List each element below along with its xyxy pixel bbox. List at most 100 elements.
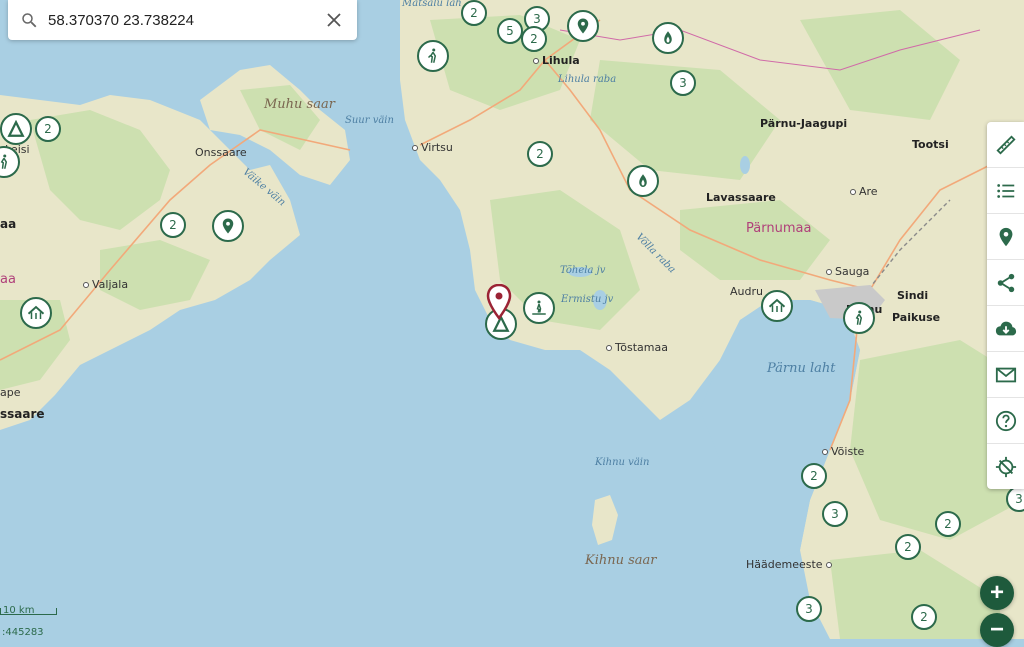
- label-voiste: Võiste: [822, 445, 864, 458]
- label-matsalu-lah: Matsalu lah: [402, 0, 462, 9]
- boardwalk-icon: [532, 300, 546, 315]
- label-haademeeste: Häädemeeste: [746, 558, 835, 571]
- cluster-marker[interactable]: 2: [801, 463, 827, 489]
- selected-location-pin[interactable]: [486, 284, 512, 320]
- locate-icon: [995, 456, 1016, 477]
- help-button[interactable]: [987, 398, 1024, 444]
- hiking-trail-marker[interactable]: [843, 302, 875, 334]
- label-audru: Audru: [730, 285, 763, 298]
- location-marker[interactable]: [567, 10, 599, 42]
- search-input[interactable]: [46, 10, 327, 30]
- shelter-marker[interactable]: [20, 297, 52, 329]
- town-dot: [825, 562, 832, 568]
- label-kihnu-vain: Kihnu väin: [595, 457, 650, 468]
- town-dot: [606, 345, 612, 351]
- label-lavassaare: Lavassaare: [706, 191, 776, 204]
- label-lihula-raba: Lihula raba: [558, 74, 617, 85]
- label-virtsu: Virtsu: [412, 141, 453, 154]
- campfire-marker[interactable]: [652, 22, 684, 54]
- scale-bar: 10 km: [0, 605, 57, 616]
- label-haademeeste-text: Häädemeeste: [746, 558, 823, 571]
- label-kihnu-saar: Kihnu saar: [585, 553, 657, 568]
- label-valjala: Valjala: [83, 278, 128, 291]
- label-lihula-text: Lihula: [542, 54, 580, 67]
- label-paikuse: Paikuse: [892, 311, 941, 324]
- shelter-marker[interactable]: [761, 290, 793, 322]
- mail-button[interactable]: [987, 352, 1024, 398]
- pin-icon: [222, 218, 234, 234]
- label-aa-left: aa: [0, 217, 17, 231]
- label-tootsi: Tootsi: [912, 138, 949, 151]
- scale-bar-label: 10 km: [3, 605, 35, 616]
- label-ermistu-jv: Ermistu jv: [561, 294, 614, 305]
- shelter-icon: [27, 305, 45, 319]
- hiker-icon: [855, 310, 863, 325]
- share-icon: [997, 273, 1014, 292]
- label-saare: ssaare: [0, 407, 45, 421]
- search-icon: [22, 13, 37, 28]
- town-dot: [826, 269, 832, 275]
- boardwalk-marker[interactable]: [523, 292, 555, 324]
- cluster-marker[interactable]: 2: [911, 604, 937, 630]
- label-parnumaa: Pärnumaa: [746, 221, 812, 236]
- search-bar: [8, 0, 357, 40]
- cluster-marker[interactable]: 3: [670, 70, 696, 96]
- measure-icon: [995, 134, 1016, 155]
- location-marker[interactable]: [212, 210, 244, 242]
- tent-icon: [7, 120, 25, 137]
- cluster-marker[interactable]: 5: [497, 18, 523, 44]
- cluster-marker[interactable]: 2: [935, 511, 961, 537]
- measure-button[interactable]: [987, 122, 1024, 168]
- label-valjala-text: Valjala: [92, 278, 129, 291]
- zoom-in-button[interactable]: +: [980, 576, 1014, 610]
- cluster-marker[interactable]: 2: [160, 212, 186, 238]
- town-dot: [412, 145, 418, 151]
- cluster-marker[interactable]: 2: [527, 141, 553, 167]
- list-icon: [996, 183, 1014, 198]
- map-toolbar: [987, 122, 1024, 489]
- hiker-icon: [427, 48, 437, 63]
- label-parnu-jaagupi: Pärnu-Jaagupi: [760, 117, 848, 130]
- label-voiste-text: Võiste: [831, 445, 865, 458]
- campfire-marker[interactable]: [627, 165, 659, 197]
- cluster-marker[interactable]: 2: [35, 116, 61, 142]
- label-are: Are: [850, 185, 878, 198]
- layers-list-button[interactable]: [987, 168, 1024, 214]
- scale-ratio: :445283: [2, 627, 44, 638]
- cluster-marker[interactable]: 2: [895, 534, 921, 560]
- label-sindi: Sindi: [897, 289, 929, 302]
- locate-button[interactable]: [987, 444, 1024, 489]
- place-marker-button[interactable]: [987, 214, 1024, 260]
- close-icon[interactable]: [327, 13, 341, 27]
- town-dot: [822, 449, 828, 455]
- campfire-icon: [664, 31, 672, 44]
- place-marker-icon: [999, 227, 1012, 246]
- help-icon: [995, 410, 1016, 431]
- cluster-marker[interactable]: 3: [822, 501, 848, 527]
- shelter-icon: [768, 298, 786, 312]
- campsite-marker[interactable]: [0, 113, 32, 145]
- label-sauga: Sauga: [826, 265, 869, 278]
- town-dot: [533, 58, 539, 64]
- mail-icon: [995, 367, 1016, 382]
- campfire-icon: [639, 174, 647, 187]
- hiker-icon: [0, 154, 8, 169]
- label-audru-text: Audru: [730, 285, 763, 298]
- share-button[interactable]: [987, 260, 1024, 306]
- label-muhu-saar: Muhu saar: [264, 97, 335, 112]
- hiking-trail-marker[interactable]: [417, 40, 449, 72]
- label-onssaare-text: Onssaare: [195, 146, 247, 159]
- zoom-out-button[interactable]: −: [980, 613, 1014, 647]
- label-virtsu-text: Virtsu: [421, 141, 453, 154]
- label-ape: ape: [0, 386, 21, 399]
- label-onssaare: Onssaare: [195, 146, 247, 159]
- label-tostamaa: Tõstamaa: [606, 341, 668, 354]
- label-sauga-text: Sauga: [835, 265, 870, 278]
- label-tohela-jv: Tõhela jv: [560, 265, 606, 276]
- cluster-marker[interactable]: 2: [521, 26, 547, 52]
- town-dot: [83, 282, 89, 288]
- cluster-marker[interactable]: 3: [796, 596, 822, 622]
- label-parnu-laht: Pärnu laht: [767, 361, 836, 376]
- download-button[interactable]: [987, 306, 1024, 352]
- cluster-marker[interactable]: 2: [461, 0, 487, 26]
